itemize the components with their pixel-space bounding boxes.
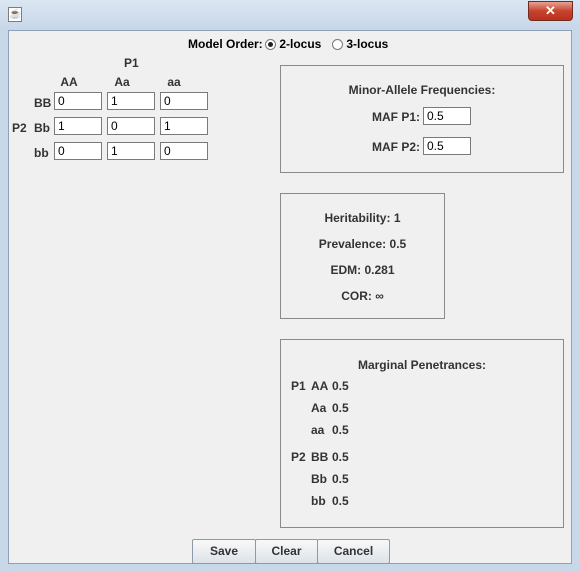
model-order-label: Model Order: <box>188 37 263 51</box>
save-button[interactable]: Save <box>192 539 256 564</box>
marginal-panel: Marginal Penetrances: P1 AA 0.5 Aa 0.5 a… <box>280 339 564 528</box>
marginal-p2-BB-value: 0.5 <box>332 450 349 464</box>
row-header-BB: BB <box>34 96 52 110</box>
col-header-AA: AA <box>60 75 78 89</box>
cell-Bb-AA[interactable]: 1 <box>54 117 102 135</box>
marginal-title: Marginal Penetrances: <box>357 358 487 372</box>
edm-label: EDM: <box>330 263 362 277</box>
edm-row: EDM: 0.281 <box>281 263 444 277</box>
cor-value: ∞ <box>375 289 384 303</box>
prevalence-label: Prevalence: <box>318 237 387 251</box>
marginal-p1-AA-value: 0.5 <box>332 379 349 393</box>
marginal-p2-bb: bb <box>311 494 326 508</box>
marginal-p2-bb-value: 0.5 <box>332 494 349 508</box>
maf-panel: Minor-Allele Frequencies: MAF P1: 0.5 MA… <box>280 65 564 173</box>
prevalence-row: Prevalence: 0.5 <box>281 237 444 251</box>
cor-row: COR: ∞ <box>281 289 444 303</box>
cell-bb-aa[interactable]: 0 <box>160 142 208 160</box>
marginal-p2-Bb-value: 0.5 <box>332 472 349 486</box>
stats-panel: Heritability: 1 Prevalence: 0.5 EDM: 0.2… <box>280 193 445 319</box>
dialog-content: Model Order: 2-locus 3-locus P1 AA Aa aa… <box>8 30 572 564</box>
cell-BB-AA[interactable]: 0 <box>54 92 102 110</box>
maf-title: Minor-Allele Frequencies: <box>348 83 496 97</box>
marginal-p2-label: P2 <box>291 450 306 464</box>
row-header-bb: bb <box>34 146 49 160</box>
marginal-p1-label: P1 <box>291 379 306 393</box>
cell-bb-AA[interactable]: 0 <box>54 142 102 160</box>
radio-3-locus-indicator[interactable] <box>332 39 343 50</box>
edm-value: 0.281 <box>364 263 395 277</box>
clear-button[interactable]: Clear <box>255 539 318 564</box>
heritability-label: Heritability: <box>324 211 391 225</box>
title-bar: ☕ ✕ <box>0 0 580 30</box>
marginal-p2-Bb: Bb <box>311 472 327 486</box>
radio-2-locus-indicator[interactable] <box>265 39 276 50</box>
radio-2-locus-label: 2-locus <box>279 37 322 51</box>
radio-2-locus[interactable]: 2-locus <box>265 37 321 51</box>
row-header-Bb: Bb <box>34 121 50 135</box>
prevalence-value: 0.5 <box>389 237 407 251</box>
heritability-row: Heritability: 1 <box>281 211 444 225</box>
marginal-p2-BB: BB <box>311 450 329 464</box>
cell-BB-aa[interactable]: 0 <box>160 92 208 110</box>
marginal-p1-AA: AA <box>311 379 329 393</box>
marginal-p1-Aa-value: 0.5 <box>332 401 349 415</box>
cell-bb-Aa[interactable]: 1 <box>107 142 155 160</box>
maf-p1-label: MAF P1: <box>372 110 420 124</box>
col-header-aa: aa <box>167 75 181 89</box>
marginal-p1-Aa: Aa <box>311 401 327 415</box>
cell-BB-Aa[interactable]: 1 <box>107 92 155 110</box>
marginal-p1-aa-value: 0.5 <box>332 423 349 437</box>
cell-Bb-Aa[interactable]: 0 <box>107 117 155 135</box>
marginal-p1-aa: aa <box>311 423 325 437</box>
maf-p2-label: MAF P2: <box>372 140 420 154</box>
cancel-button[interactable]: Cancel <box>317 539 390 564</box>
col-header-Aa: Aa <box>114 75 130 89</box>
p2-label: P2 <box>12 121 27 135</box>
cor-label: COR: <box>341 289 372 303</box>
p1-label: P1 <box>124 56 139 70</box>
maf-p2-input[interactable]: 0.5 <box>423 137 471 155</box>
cell-Bb-aa[interactable]: 1 <box>160 117 208 135</box>
heritability-value: 1 <box>393 211 401 225</box>
java-app-icon: ☕ <box>8 7 22 22</box>
close-button[interactable]: ✕ <box>528 1 573 21</box>
maf-p1-input[interactable]: 0.5 <box>423 107 471 125</box>
radio-3-locus-label: 3-locus <box>346 37 389 51</box>
radio-3-locus[interactable]: 3-locus <box>332 37 388 51</box>
